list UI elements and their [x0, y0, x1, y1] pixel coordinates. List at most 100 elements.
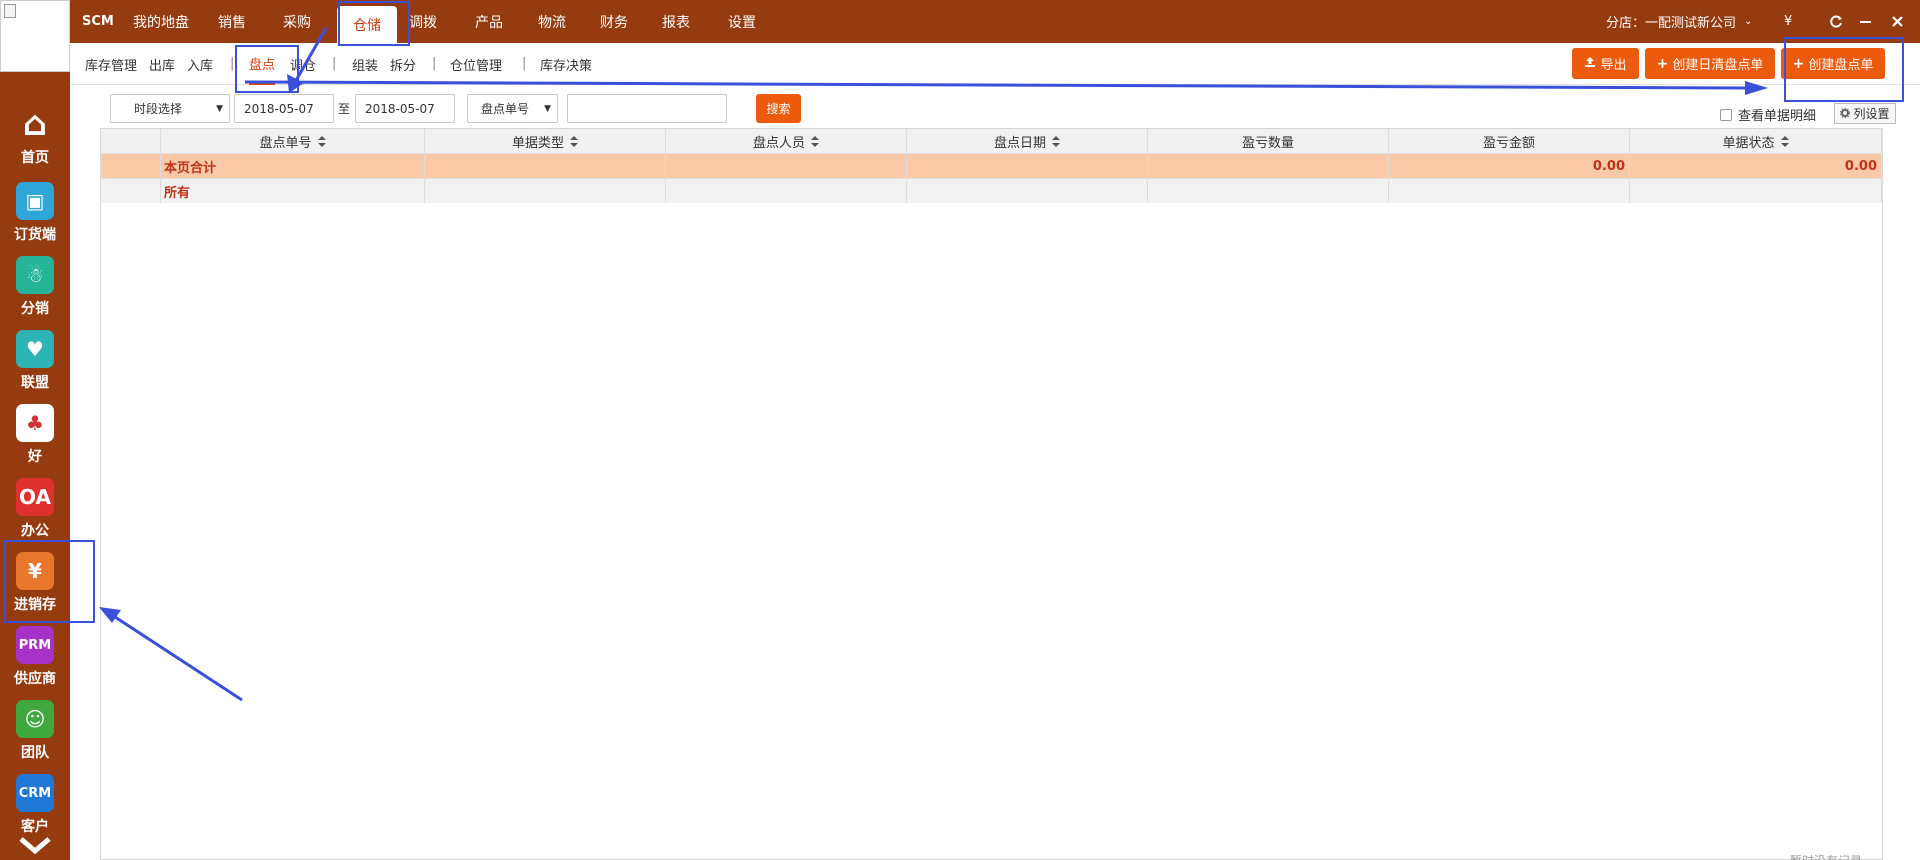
column-header[interactable]: 单据类型 — [425, 129, 666, 153]
table-cell — [666, 154, 907, 178]
sort-icon[interactable] — [1046, 134, 1060, 149]
rail-item-label: 首页 — [21, 150, 49, 166]
field-select[interactable]: 盘点单号 ▼ — [467, 94, 558, 123]
rail-item[interactable]: PRM 供应商 — [0, 626, 70, 698]
sub-nav-item[interactable]: 拆分 — [390, 43, 416, 85]
table-row: 本页合计 0.00 0.00 — [101, 153, 1882, 178]
table-cell: 0.00 — [1630, 154, 1882, 178]
inventory-table: 盘点单号 单据类型 盘点人员 盘点日期 盈亏数量 盈亏金额 单据状态 本页合计 0.00 0.0… — [100, 128, 1883, 860]
rail-item[interactable]: ▣ 订货端 — [0, 182, 70, 254]
column-settings-button[interactable]: 列设置 — [1834, 103, 1896, 124]
prm-icon: PRM — [16, 626, 54, 664]
table-cell: 0.00 — [1389, 154, 1630, 178]
rail-item-label: 订货端 — [14, 227, 56, 243]
rail-item-label: 好 — [28, 449, 42, 465]
plus-icon: + — [1656, 55, 1669, 72]
sort-icon[interactable] — [312, 134, 326, 149]
annotation-box — [235, 45, 299, 93]
rail-item-label: 分销 — [21, 301, 49, 317]
shop-label: 分店：一配测试新公司 — [1606, 16, 1737, 31]
table-row: 所有 — [101, 178, 1882, 203]
separator: | — [230, 56, 235, 71]
upload-icon — [1584, 56, 1596, 72]
column-header-label: 单据类型 — [511, 135, 564, 151]
logo — [0, 0, 70, 72]
table-cell-text: 所有 — [164, 185, 191, 201]
create-daily-label: 创建日清盘点单 — [1672, 58, 1764, 73]
rail-item-label: 供应商 — [14, 671, 56, 687]
gear-icon — [1840, 107, 1851, 121]
show-detail-label: 查看单据明细 — [1738, 109, 1817, 124]
empty-hint: 暂时没有记录 — [1790, 852, 1862, 860]
date-to-input[interactable]: 2018-05-07 — [355, 94, 455, 123]
rail-item[interactable]: ☺ 团队 — [0, 700, 70, 772]
oa-icon: OA — [16, 478, 54, 516]
column-header[interactable]: 盈亏数量 — [1148, 129, 1389, 153]
date-from-input[interactable]: 2018-05-07 — [234, 94, 334, 123]
column-header[interactable]: 单据状态 — [1630, 129, 1882, 153]
field-select-value: 盘点单号 — [481, 102, 530, 116]
sub-nav-item[interactable]: 库存决策 — [540, 43, 592, 85]
top-nav-item[interactable]: 我的地盘 — [127, 0, 195, 43]
crm-icon: CRM — [16, 774, 54, 812]
column-header[interactable]: 盘点日期 — [907, 129, 1148, 153]
chevron-down-icon[interactable] — [18, 836, 52, 856]
top-nav-item[interactable]: 销售 — [210, 0, 254, 43]
home-icon: ⌂ — [22, 104, 48, 144]
separator: | — [332, 56, 337, 71]
left-rail: ⌂ 首页 ▣ 订货端 ☃ 分销 ♥ 联盟 ♣ 好 OA 办公 ¥ 进销存 PRM 供应商 ☺ 团队 CRM 客户 — [0, 0, 70, 860]
export-button[interactable]: 导出 — [1572, 48, 1639, 79]
annotation-box — [1784, 37, 1904, 102]
rail-item-label: 联盟 — [21, 375, 49, 391]
top-nav-item[interactable]: 采购 — [275, 0, 319, 43]
table-cell — [1630, 179, 1882, 203]
caret-down-icon: ▼ — [216, 104, 223, 114]
annotation-box — [4, 540, 95, 623]
sort-icon[interactable] — [564, 134, 578, 149]
rail-item[interactable]: ♣ 好 — [0, 404, 70, 476]
row-selector-header — [101, 129, 161, 153]
top-nav-item[interactable]: 设置 — [720, 0, 764, 43]
top-nav-item[interactable]: 物流 — [530, 0, 574, 43]
column-header-label: 盘点单号 — [259, 135, 312, 151]
top-nav-item[interactable]: 产品 — [467, 0, 511, 43]
table-cell-text: 0.00 — [1592, 158, 1625, 174]
top-nav-item[interactable]: 财务 — [592, 0, 636, 43]
separator: | — [522, 56, 527, 71]
sub-nav-item[interactable]: 仓位管理 — [450, 43, 502, 85]
column-header[interactable]: 盘点人员 — [666, 129, 907, 153]
shop-selector[interactable]: 分店：一配测试新公司 ⌄ — [1606, 0, 1752, 43]
period-select-value: 时段选择 — [134, 102, 183, 116]
column-header-label: 单据状态 — [1722, 135, 1775, 151]
table-cell — [1148, 179, 1389, 203]
table-cell-text: 0.00 — [1844, 158, 1877, 174]
column-header[interactable]: 盈亏金额 — [1389, 129, 1630, 153]
column-header-label: 盈亏金额 — [1482, 135, 1535, 151]
keyword-input[interactable] — [567, 94, 727, 123]
sub-nav-item[interactable]: 入库 — [187, 43, 213, 85]
sort-icon[interactable] — [1775, 134, 1789, 149]
table-cell: 本页合计 — [161, 154, 425, 178]
create-daily-inventory-button[interactable]: + 创建日清盘点单 — [1645, 48, 1775, 79]
sort-icon[interactable] — [805, 134, 819, 149]
sub-nav-item[interactable]: 库存管理 — [85, 43, 137, 85]
sub-nav-item[interactable]: 组装 — [352, 43, 378, 85]
search-button[interactable]: 搜索 — [756, 94, 801, 123]
show-detail-toggle[interactable]: 查看单据明细 — [1720, 105, 1816, 124]
checkbox[interactable] — [1720, 108, 1732, 121]
rail-item[interactable]: ☃ 分销 — [0, 256, 70, 328]
table-header: 盘点单号 单据类型 盘点人员 盘点日期 盈亏数量 盈亏金额 单据状态 — [101, 129, 1882, 153]
table-cell — [907, 154, 1148, 178]
period-select[interactable]: 时段选择 ▼ — [110, 94, 230, 123]
sub-nav-item[interactable]: 出库 — [149, 43, 175, 85]
column-header[interactable]: 盘点单号 — [161, 129, 425, 153]
rail-item[interactable]: ♥ 联盟 — [0, 330, 70, 402]
table-cell: 所有 — [161, 179, 425, 203]
handshake-icon: ♥ — [16, 330, 54, 368]
table-cell — [425, 154, 666, 178]
broken-image-icon — [4, 4, 16, 18]
rail-item[interactable]: ⌂ 首页 — [0, 104, 70, 177]
date-range-separator: 至 — [338, 102, 351, 116]
top-nav-item[interactable]: 报表 — [654, 0, 698, 43]
table-cell — [1148, 154, 1389, 178]
